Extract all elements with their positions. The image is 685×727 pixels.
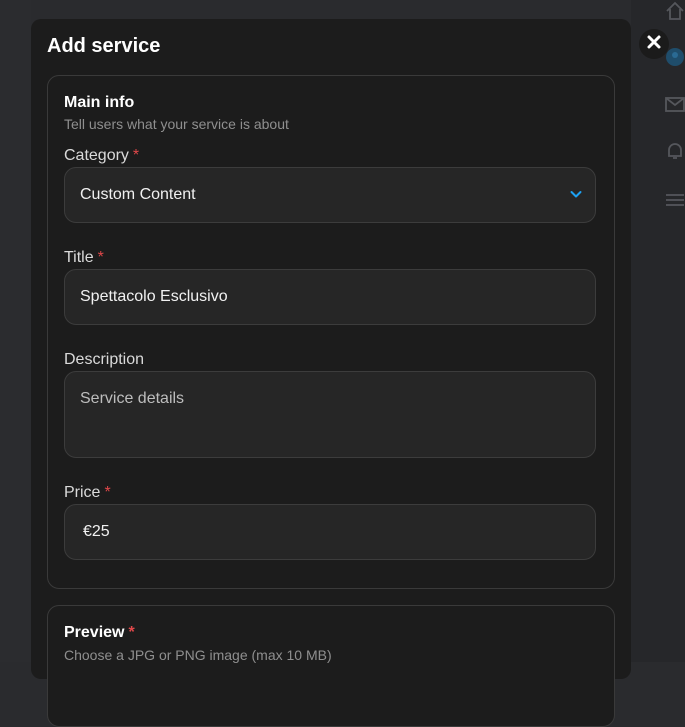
main-info-title: Main info [64,94,135,111]
title-label: Title * [64,249,104,266]
close-button[interactable] [639,29,669,59]
required-mark: * [104,484,111,501]
required-mark: * [132,147,140,164]
price-value: €25 [83,523,110,540]
category-value: Custom Content [80,186,196,203]
category-label: Category * [64,147,140,164]
required-mark: * [128,624,135,641]
home-icon[interactable] [664,0,685,22]
main-info-subtitle: Tell users what your service is about [64,116,289,132]
price-label: Price * [64,484,111,501]
price-input[interactable]: €25 [64,504,596,560]
description-textarea[interactable]: Service details [64,371,596,458]
title-input[interactable]: Spettacolo Esclusivo [64,269,596,325]
mail-icon[interactable] [664,93,685,115]
category-select[interactable]: Custom Content [64,167,596,223]
close-icon [646,34,662,55]
title-value: Spettacolo Esclusivo [80,288,228,305]
bell-icon[interactable] [664,140,685,162]
modal-title: Add service [47,35,161,57]
chevron-down-icon [569,187,583,201]
preview-title: Preview * [64,624,135,641]
main-info-card: Main info Tell users what your service i… [47,75,615,589]
description-placeholder: Service details [80,390,185,407]
preview-card: Preview * Choose a JPG or PNG image (max … [47,605,615,727]
preview-subtitle: Choose a JPG or PNG image (max 10 MB) [64,647,332,663]
add-service-modal: Add service Main info Tell users what yo… [31,19,631,727]
menu-icon[interactable] [664,189,685,211]
description-label: Description [64,351,145,368]
required-mark: * [97,249,104,266]
backdrop-left [0,0,31,662]
